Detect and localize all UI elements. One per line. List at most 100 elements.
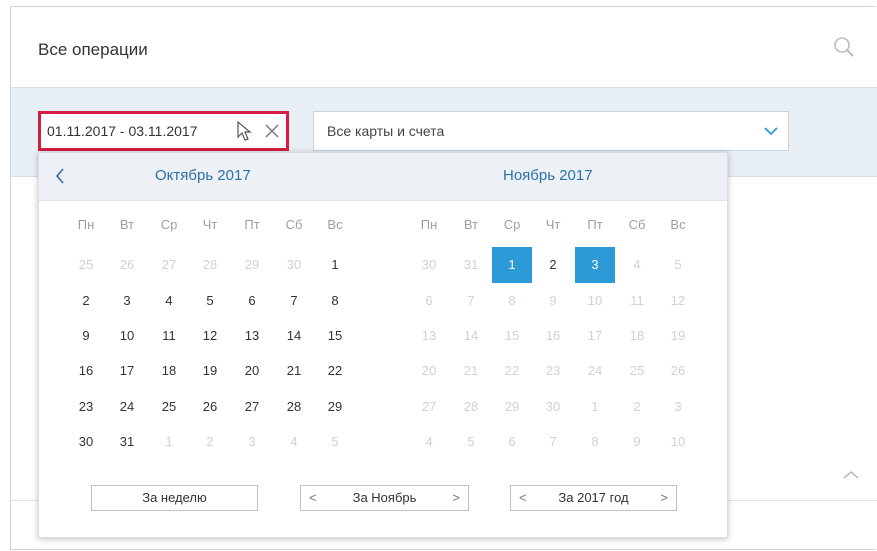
calendar-day: 10 [587,293,603,308]
month-title-november: Ноябрь 2017 [503,167,593,184]
calendar-day: 12 [670,293,686,308]
chevron-left-icon[interactable]: < [309,486,317,510]
weekday-label: Чт [202,217,218,232]
calendar-day[interactable]: 16 [66,353,106,389]
chevron-up-icon[interactable] [843,470,859,480]
calendar-day: 9 [633,434,641,449]
calendar-day: 28 [202,257,218,272]
calendar-day[interactable]: 23 [66,389,106,425]
calendar-day: 30 [286,257,302,272]
search-icon[interactable] [833,36,855,58]
chevron-right-icon[interactable]: > [660,486,668,510]
calendar-day: 31 [463,257,479,272]
calendar-day: 7 [549,434,557,449]
calendar-day: 4 [633,257,641,272]
calendar-day: 3 [248,434,256,449]
calendar-day: 19 [670,328,686,343]
calendar-day[interactable]: 9 [66,318,106,354]
calendar-day[interactable]: 26 [190,389,230,425]
date-picker: Октябрь 2017 Ноябрь 2017 Пн Пн Вт Вт Ср Ср Чт Ч… [38,152,728,538]
year-button-label: За 2017 год [558,490,629,505]
accounts-select[interactable]: Все карты и счета [313,111,789,151]
calendar-day[interactable]: 29 [315,389,355,425]
weekday-label: Пн [77,217,95,232]
calendar-day[interactable]: 18 [149,353,189,389]
calendar-day: 6 [425,293,433,308]
calendar-day[interactable]: 8 [315,283,355,319]
calendar-day[interactable]: 3 [107,283,147,319]
calendar-day[interactable]: 5 [190,283,230,319]
calendar-day-selected[interactable]: 3 [575,247,615,283]
calendar-day: 13 [421,328,437,343]
calendar-day: 3 [674,399,682,414]
chevron-down-icon [764,127,778,136]
weekday-label: Сб [628,217,646,232]
calendar-day: 4 [425,434,433,449]
calendar-day[interactable]: 28 [274,389,314,425]
weekday-label: Вт [119,217,135,232]
chevron-right-icon[interactable]: > [452,486,460,510]
weekday-label: Сб [285,217,303,232]
calendar-day[interactable]: 19 [190,353,230,389]
calendar-day[interactable]: 6 [232,283,272,319]
year-button[interactable]: < За 2017 год > [510,485,677,511]
calendar-day[interactable]: 31 [107,424,147,460]
month-button-label: За Ноябрь [352,490,417,505]
calendar-day[interactable]: 15 [315,318,355,354]
calendar-day: 5 [674,257,682,272]
calendar-day[interactable]: 30 [66,424,106,460]
accounts-select-value: Все карты и счета [327,123,445,139]
calendar-day: 2 [633,399,641,414]
calendar-day[interactable]: 2 [66,283,106,319]
month-title-october: Октябрь 2017 [155,167,251,184]
month-button[interactable]: < За Ноябрь > [300,485,469,511]
calendar-day: 29 [504,399,520,414]
weekday-label: Вс [670,217,686,232]
calendar-day: 10 [670,434,686,449]
calendar-day[interactable]: 7 [274,283,314,319]
calendar-day-selected[interactable]: 1 [492,247,532,283]
calendar-day: 2 [206,434,214,449]
weekday-label: Вт [463,217,479,232]
calendar-day[interactable]: 25 [149,389,189,425]
weekday-label: Чт [545,217,561,232]
calendar-day[interactable]: 21 [274,353,314,389]
calendar-day: 26 [670,363,686,378]
calendar-day[interactable]: 17 [107,353,147,389]
calendar-day: 9 [549,293,557,308]
weekday-label: Пт [587,217,603,232]
calendar-header: Октябрь 2017 Ноябрь 2017 [39,153,727,201]
calendar-day[interactable]: 20 [232,353,272,389]
calendar-day: 28 [463,399,479,414]
chevron-left-icon[interactable] [55,167,65,185]
calendar-day: 26 [119,257,135,272]
calendar-day[interactable]: 22 [315,353,355,389]
week-button[interactable]: За неделю [91,485,258,511]
mouse-cursor-icon [237,120,252,141]
date-range-input[interactable]: 01.11.2017 - 03.11.2017 [38,111,289,151]
clear-icon[interactable] [265,124,279,138]
page-title: Все операции [38,40,148,59]
calendar-day[interactable]: 27 [232,389,272,425]
calendar-day[interactable]: 1 [315,247,355,283]
calendar-day: 8 [591,434,599,449]
calendar-day: 8 [508,293,516,308]
calendar-day[interactable]: 4 [149,283,189,319]
calendar-day: 5 [467,434,475,449]
calendar-day[interactable]: 11 [149,318,189,354]
calendar-day[interactable]: 12 [190,318,230,354]
calendar-day: 5 [331,434,339,449]
calendar-day: 24 [587,363,603,378]
calendar-day[interactable]: 14 [274,318,314,354]
calendar-day[interactable]: 10 [107,318,147,354]
calendar-day[interactable]: 2 [533,247,573,283]
chevron-left-icon[interactable]: < [519,486,527,510]
calendar-day: 29 [244,257,260,272]
calendar-day[interactable]: 24 [107,389,147,425]
calendar-day: 1 [591,399,599,414]
calendar-day: 30 [421,257,437,272]
weekday-label: Пн [420,217,438,232]
week-button-label: За неделю [142,490,207,505]
calendar-day: 20 [421,363,437,378]
calendar-day[interactable]: 13 [232,318,272,354]
